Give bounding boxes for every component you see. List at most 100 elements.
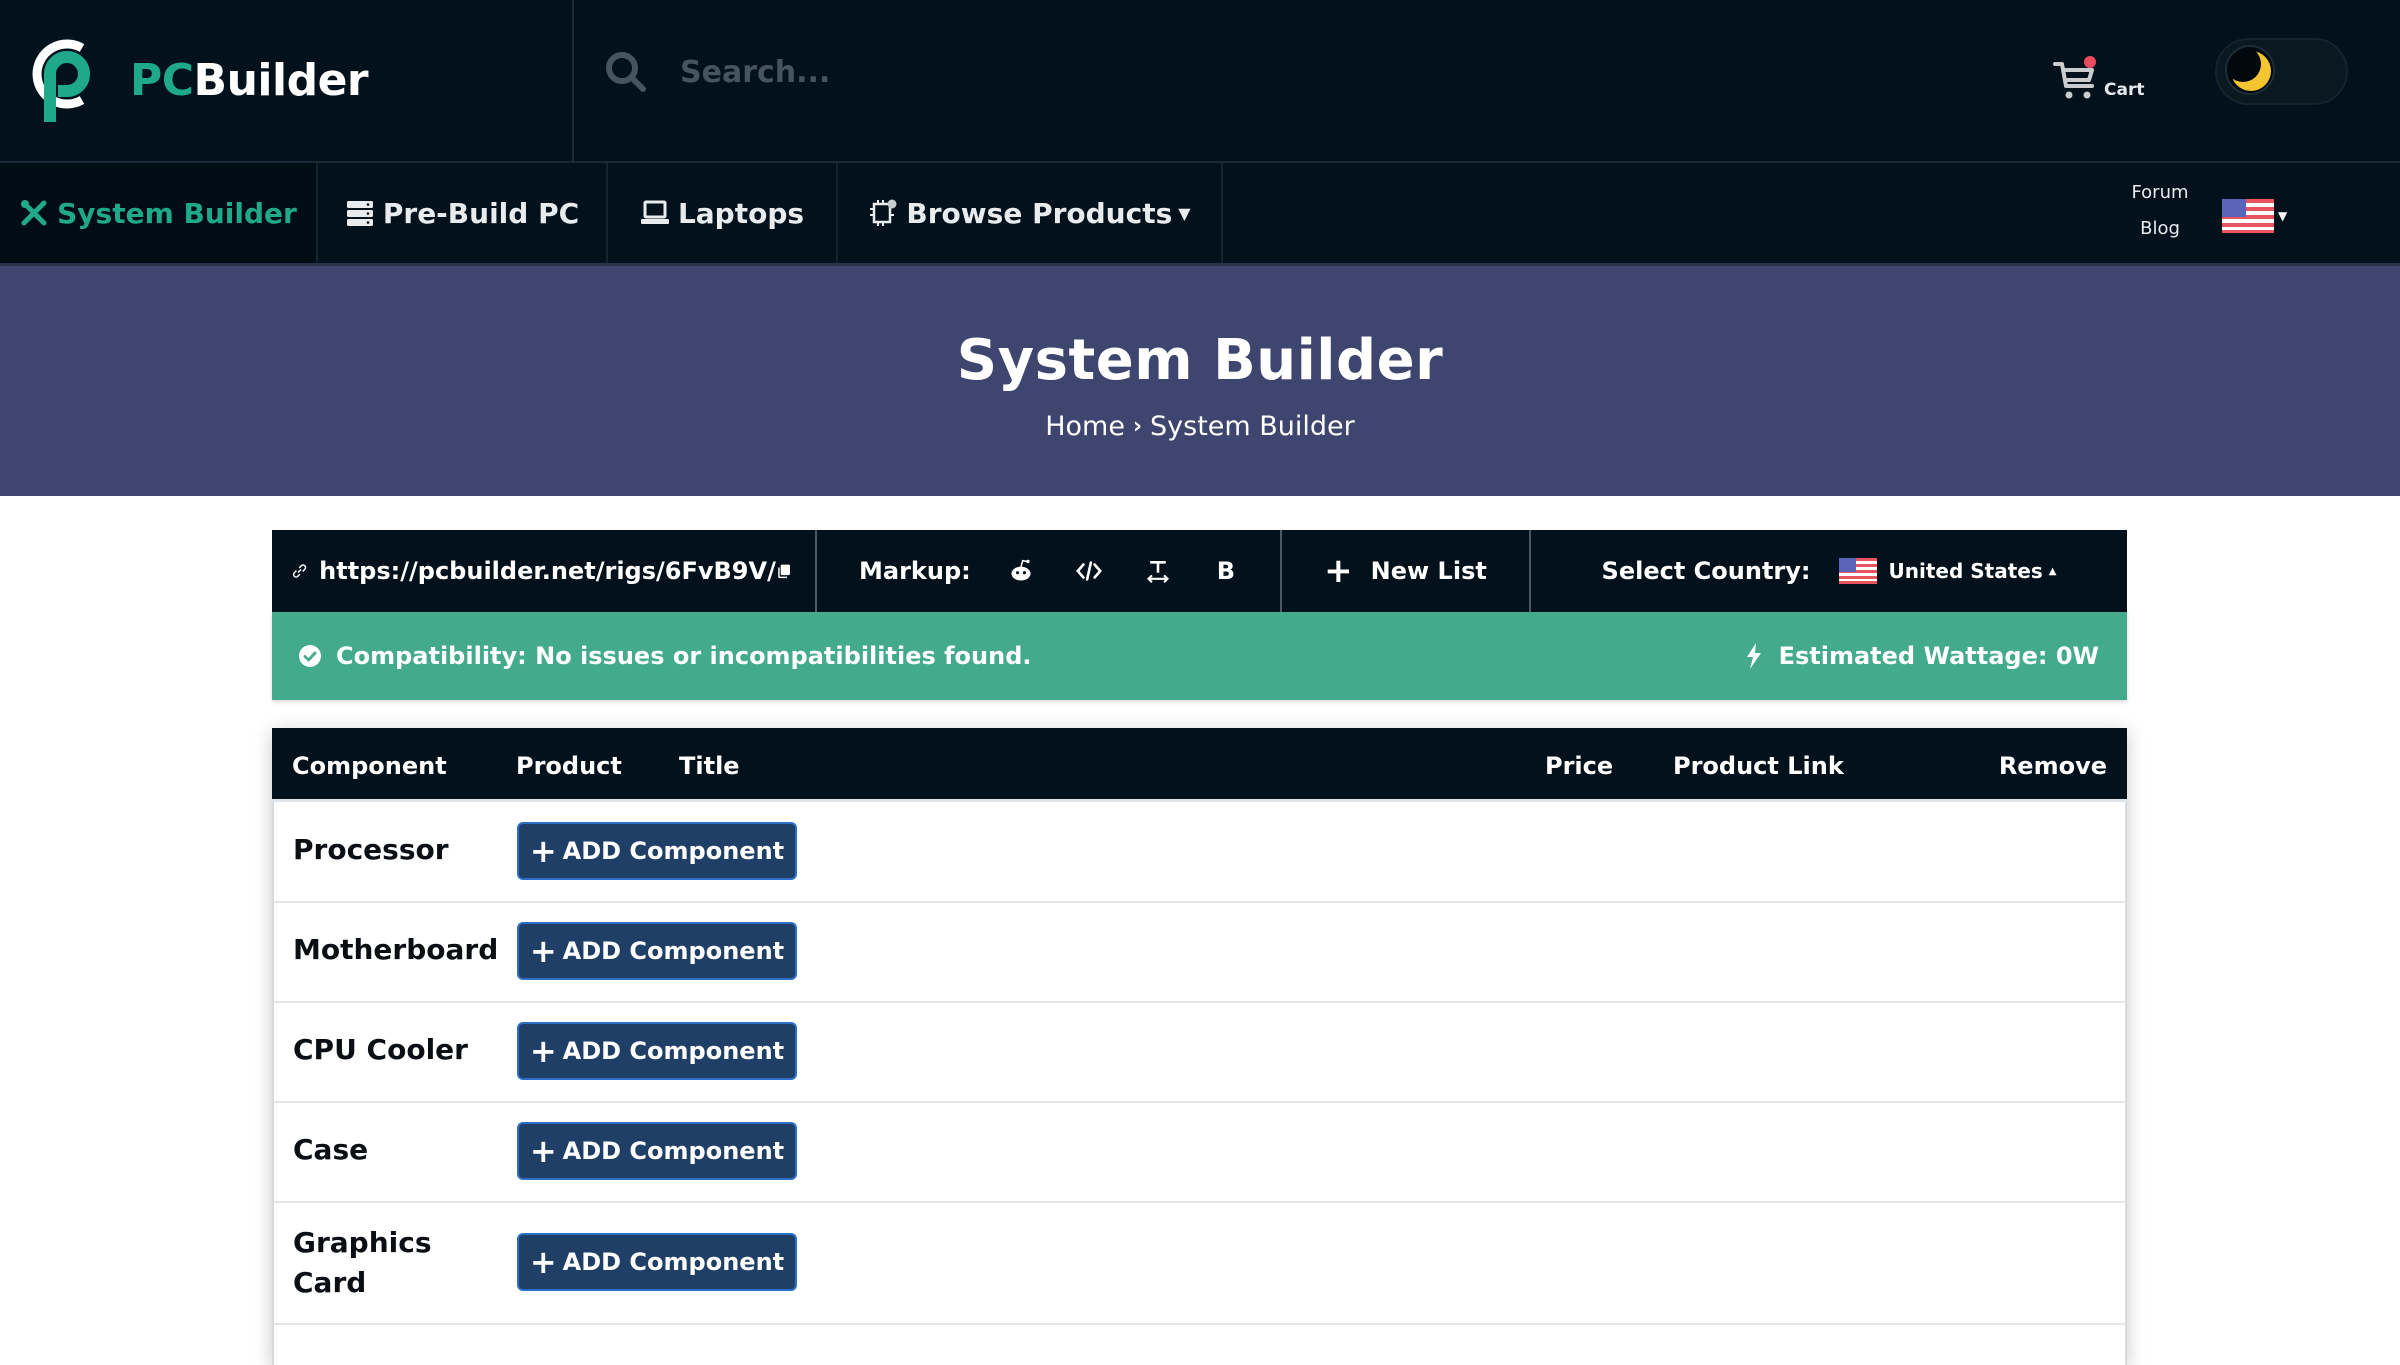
bbcode-icon[interactable]: B: [1212, 556, 1240, 586]
table-row: Graphics Card + ADD Component: [272, 1203, 2127, 1325]
parts-table: Component Product Title Price Product Li…: [272, 728, 2127, 1365]
text-format-icon[interactable]: [1143, 556, 1171, 586]
plus-icon: +: [529, 1132, 557, 1170]
select-country-label: Select Country:: [1601, 557, 1811, 585]
search-icon[interactable]: [604, 50, 648, 94]
col-price: Price: [1545, 752, 1614, 780]
add-component-button[interactable]: + ADD Component: [517, 1233, 797, 1291]
blog-link[interactable]: Blog: [2110, 211, 2210, 247]
caret-down-icon: ▼: [1178, 203, 1191, 223]
brand-suffix: Builder: [193, 54, 369, 106]
nav-item-label: Browse Products: [906, 196, 1173, 230]
country-cell: Select Country: United States ▲: [1531, 530, 2127, 612]
search-bar: [604, 50, 1280, 94]
compatibility-message: Compatibility: No issues or incompatibil…: [336, 642, 1032, 670]
check-circle-icon: [299, 645, 321, 667]
nav-item-label: System Builder: [57, 196, 297, 230]
col-component: Component: [292, 752, 447, 780]
col-product-link: Product Link: [1673, 752, 1844, 780]
logo-icon: [32, 39, 90, 122]
plus-icon: +: [529, 832, 557, 870]
plus-icon: +: [1324, 551, 1353, 591]
share-url[interactable]: https://pcbuilder.net/rigs/6FvB9V/: [319, 557, 776, 585]
col-product: Product: [516, 752, 622, 780]
table-row: Case + ADD Component: [272, 1103, 2127, 1203]
nav-item-laptops[interactable]: Laptops: [608, 163, 838, 263]
forum-link[interactable]: Forum: [2110, 175, 2210, 211]
header-divider: [572, 0, 574, 163]
top-header: PCBuilder Cart: [0, 0, 2400, 163]
page-title: System Builder: [956, 328, 1444, 393]
breadcrumb-current: System Builder: [1150, 411, 1355, 442]
breadcrumb-home[interactable]: Home: [1045, 411, 1125, 442]
nav-item-pre-build-pc[interactable]: Pre-Build PC: [318, 163, 608, 263]
col-title: Title: [679, 752, 740, 780]
brand-name: PCBuilder: [130, 54, 369, 106]
component-name: Case: [293, 1133, 369, 1166]
cart-badge: [2084, 56, 2096, 68]
chip-icon: [870, 199, 897, 226]
reddit-icon[interactable]: [1007, 556, 1035, 586]
build-toolbar: https://pcbuilder.net/rigs/6FvB9V/ Marku…: [272, 530, 2127, 612]
brand-prefix: PC: [130, 54, 194, 106]
nav-item-label: Laptops: [677, 196, 805, 230]
add-component-label: ADD Component: [562, 837, 785, 865]
new-list-button[interactable]: + New List: [1282, 530, 1531, 612]
add-component-button[interactable]: + ADD Component: [517, 1122, 797, 1180]
search-input[interactable]: [680, 54, 1280, 90]
table-row: Processor + ADD Component: [272, 802, 2127, 903]
share-link-cell: https://pcbuilder.net/rigs/6FvB9V/: [272, 530, 817, 612]
caret-down-icon: ▼: [2278, 209, 2288, 223]
component-name: Processor: [293, 833, 449, 866]
cart-label: Cart: [2104, 80, 2145, 100]
component-name: Motherboard: [293, 933, 499, 966]
country-select[interactable]: United States ▲: [1838, 558, 2057, 584]
logo[interactable]: PCBuilder: [30, 34, 369, 126]
theme-knob: [2225, 45, 2275, 95]
markup-cell: Markup: B: [817, 530, 1282, 612]
plus-icon: +: [529, 932, 557, 970]
bolt-icon: [1746, 643, 1761, 669]
code-icon[interactable]: [1075, 556, 1103, 586]
table-row: CPU Cooler + ADD Component: [272, 1003, 2127, 1103]
nav-item-label: Pre-Build PC: [382, 196, 580, 230]
plus-icon: +: [529, 1243, 557, 1281]
moon-icon: [2227, 47, 2271, 91]
table-row: [272, 1325, 2127, 1365]
add-component-button[interactable]: + ADD Component: [517, 922, 797, 980]
caret-up-icon: ▲: [2048, 565, 2057, 577]
link-icon: [292, 564, 307, 578]
new-list-label: New List: [1370, 557, 1487, 585]
chevron-right-icon: ›: [1132, 414, 1143, 439]
table-row: Motherboard + ADD Component: [272, 903, 2127, 1003]
nav-item-system-builder[interactable]: System Builder: [0, 163, 318, 263]
add-component-label: ADD Component: [562, 937, 785, 965]
estimated-wattage: Estimated Wattage: 0W: [1778, 642, 2099, 670]
cart-icon: [2053, 56, 2096, 99]
language-selector[interactable]: ▼: [2222, 199, 2287, 233]
add-component-button[interactable]: + ADD Component: [517, 822, 797, 880]
breadcrumb: Home › System Builder: [0, 411, 2400, 442]
server-icon: [346, 201, 373, 226]
cart-button[interactable]: Cart: [2052, 52, 2144, 102]
plus-icon: +: [529, 1032, 557, 1070]
nav-item-browse-products[interactable]: Browse Products ▼: [838, 163, 1223, 263]
tools-icon: [21, 200, 47, 226]
table-header: Component Product Title Price Product Li…: [272, 728, 2127, 802]
col-remove: Remove: [1998, 752, 2107, 780]
add-component-label: ADD Component: [562, 1137, 785, 1165]
add-component-label: ADD Component: [562, 1248, 785, 1276]
theme-toggle[interactable]: [2215, 38, 2348, 105]
compatibility-bar: Compatibility: No issues or incompatibil…: [272, 612, 2127, 700]
nav-right-links: Forum Blog: [2110, 175, 2210, 247]
us-flag-icon: [1838, 558, 1877, 584]
component-name: CPU Cooler: [293, 1033, 468, 1066]
main-nav: System Builder Pre-Build PC Laptops Brow…: [0, 163, 2400, 266]
us-flag-icon: [2222, 199, 2274, 233]
copy-icon[interactable]: [776, 558, 791, 584]
laptop-icon: [640, 200, 669, 224]
page-hero: System Builder Home › System Builder: [0, 266, 2400, 496]
markup-label: Markup:: [859, 557, 971, 585]
add-component-label: ADD Component: [562, 1037, 785, 1065]
add-component-button[interactable]: + ADD Component: [517, 1022, 797, 1080]
